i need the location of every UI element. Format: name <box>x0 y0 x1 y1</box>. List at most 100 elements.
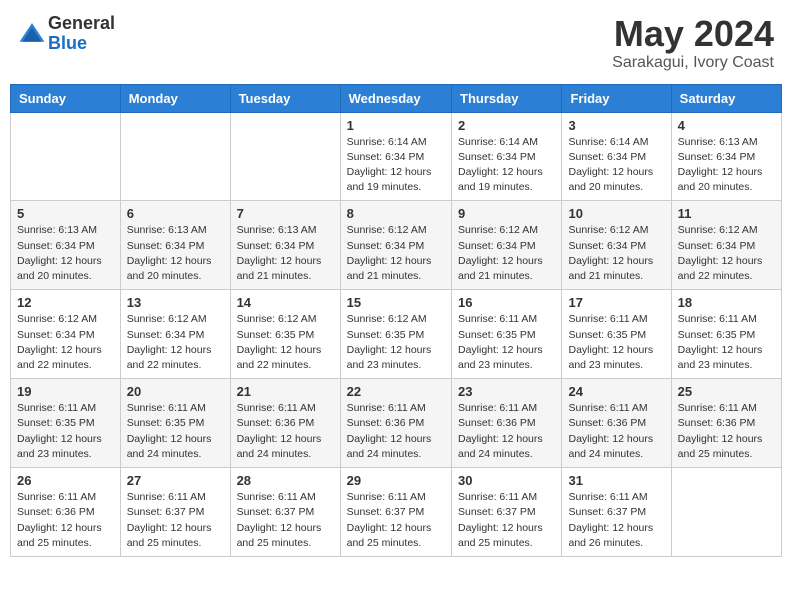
cell-week3-day0: 12Sunrise: 6:12 AMSunset: 6:34 PMDayligh… <box>11 290 121 379</box>
cell-week4-day0: 19 Sunrise: 6:11 AMSunset: 6:35 PMDayligh… <box>11 379 121 468</box>
header-friday: Friday <box>562 84 671 112</box>
cell-week1-day5: 3Sunrise: 6:14 AMSunset: 6:34 PMDaylight… <box>562 112 671 201</box>
cell-week5-day2: 28 Sunrise: 6:11 AMSunset: 6:37 PMDayligh… <box>230 468 340 557</box>
day-info: Sunrise: 6:11 AMSunset: 6:35 PMDaylight:… <box>17 401 114 462</box>
cell-week1-day0 <box>11 112 121 201</box>
day-info: Sunrise: 6:13 AMSunset: 6:34 PMDaylight:… <box>237 223 334 284</box>
cell-week2-day1: 6 Sunrise: 6:13 AMSunset: 6:34 PMDaylight… <box>120 201 230 290</box>
cell-week1-day4: 2 Sunrise: 6:14 AMSunset: 6:34 PMDaylight… <box>452 112 562 201</box>
calendar-table: SundayMondayTuesdayWednesdayThursdayFrid… <box>10 84 782 557</box>
cell-week5-day4: 30Sunrise: 6:11 AMSunset: 6:37 PMDayligh… <box>452 468 562 557</box>
day-info: Sunrise: 6:11 AMSunset: 6:36 PMDaylight:… <box>458 401 555 462</box>
day-number: 8 <box>347 206 445 221</box>
day-info: Sunrise: 6:12 AMSunset: 6:34 PMDaylight:… <box>458 223 555 284</box>
logo-blue-text: Blue <box>48 34 115 54</box>
day-number: 5 <box>17 206 114 221</box>
day-info: Sunrise: 6:12 AMSunset: 6:35 PMDaylight:… <box>237 312 334 373</box>
day-number: 28 <box>237 473 334 488</box>
day-number: 7 <box>237 206 334 221</box>
cell-week3-day1: 13 Sunrise: 6:12 AMSunset: 6:34 PMDayligh… <box>120 290 230 379</box>
day-number: 25 <box>678 384 775 399</box>
cell-week4-day5: 24Sunrise: 6:11 AMSunset: 6:36 PMDayligh… <box>562 379 671 468</box>
cell-week2-day6: 11Sunrise: 6:12 AMSunset: 6:34 PMDayligh… <box>671 201 781 290</box>
cell-week2-day4: 9 Sunrise: 6:12 AMSunset: 6:34 PMDaylight… <box>452 201 562 290</box>
day-info: Sunrise: 6:11 AMSunset: 6:35 PMDaylight:… <box>458 312 555 373</box>
cell-week5-day5: 31Sunrise: 6:11 AMSunset: 6:37 PMDayligh… <box>562 468 671 557</box>
cell-week1-day3: 1 Sunrise: 6:14 AMSunset: 6:34 PMDaylight… <box>340 112 451 201</box>
day-info: Sunrise: 6:13 AMSunset: 6:34 PMDaylight:… <box>127 223 224 284</box>
day-number: 29 <box>347 473 445 488</box>
day-info: Sunrise: 6:11 AMSunset: 6:36 PMDaylight:… <box>347 401 445 462</box>
day-number: 26 <box>17 473 114 488</box>
header-thursday: Thursday <box>452 84 562 112</box>
day-number: 22 <box>347 384 445 399</box>
header-tuesday: Tuesday <box>230 84 340 112</box>
calendar-title: May 2024 <box>612 14 774 54</box>
day-info: Sunrise: 6:12 AMSunset: 6:34 PMDaylight:… <box>678 223 775 284</box>
day-number: 1 <box>347 118 445 133</box>
week-row-2: 5 Sunrise: 6:13 AMSunset: 6:34 PMDaylight… <box>11 201 782 290</box>
day-number: 13 <box>127 295 224 310</box>
title-block: May 2024 Sarakagui, Ivory Coast <box>612 14 774 72</box>
day-info: Sunrise: 6:11 AMSunset: 6:37 PMDaylight:… <box>458 490 555 551</box>
day-number: 19 <box>17 384 114 399</box>
cell-week5-day6 <box>671 468 781 557</box>
day-info: Sunrise: 6:11 AMSunset: 6:36 PMDaylight:… <box>678 401 775 462</box>
day-info: Sunrise: 6:13 AMSunset: 6:34 PMDaylight:… <box>17 223 114 284</box>
day-info: Sunrise: 6:11 AMSunset: 6:36 PMDaylight:… <box>17 490 114 551</box>
day-info: Sunrise: 6:11 AMSunset: 6:35 PMDaylight:… <box>127 401 224 462</box>
day-number: 16 <box>458 295 555 310</box>
day-number: 31 <box>568 473 664 488</box>
cell-week5-day0: 26 Sunrise: 6:11 AMSunset: 6:36 PMDayligh… <box>11 468 121 557</box>
day-number: 21 <box>237 384 334 399</box>
day-info: Sunrise: 6:11 AMSunset: 6:37 PMDaylight:… <box>127 490 224 551</box>
logo-text: General Blue <box>48 14 115 54</box>
cell-week4-day3: 22 Sunrise: 6:11 AMSunset: 6:36 PMDayligh… <box>340 379 451 468</box>
page-header: General Blue May 2024 Sarakagui, Ivory C… <box>10 10 782 76</box>
cell-week4-day1: 20Sunrise: 6:11 AMSunset: 6:35 PMDayligh… <box>120 379 230 468</box>
header-saturday: Saturday <box>671 84 781 112</box>
calendar-subtitle: Sarakagui, Ivory Coast <box>612 54 774 72</box>
day-number: 15 <box>347 295 445 310</box>
day-info: Sunrise: 6:11 AMSunset: 6:35 PMDaylight:… <box>568 312 664 373</box>
cell-week5-day3: 29Sunrise: 6:11 AMSunset: 6:37 PMDayligh… <box>340 468 451 557</box>
cell-week4-day2: 21 Sunrise: 6:11 AMSunset: 6:36 PMDayligh… <box>230 379 340 468</box>
cell-week2-day3: 8Sunrise: 6:12 AMSunset: 6:34 PMDaylight… <box>340 201 451 290</box>
day-info: Sunrise: 6:14 AMSunset: 6:34 PMDaylight:… <box>347 135 445 196</box>
day-number: 4 <box>678 118 775 133</box>
cell-week3-day6: 18 Sunrise: 6:11 AMSunset: 6:35 PMDayligh… <box>671 290 781 379</box>
cell-week1-day1 <box>120 112 230 201</box>
day-number: 3 <box>568 118 664 133</box>
cell-week3-day4: 16 Sunrise: 6:11 AMSunset: 6:35 PMDayligh… <box>452 290 562 379</box>
cell-week1-day6: 4Sunrise: 6:13 AMSunset: 6:34 PMDaylight… <box>671 112 781 201</box>
day-number: 23 <box>458 384 555 399</box>
day-number: 9 <box>458 206 555 221</box>
day-info: Sunrise: 6:11 AMSunset: 6:36 PMDaylight:… <box>237 401 334 462</box>
cell-week4-day6: 25 Sunrise: 6:11 AMSunset: 6:36 PMDayligh… <box>671 379 781 468</box>
day-number: 17 <box>568 295 664 310</box>
day-info: Sunrise: 6:11 AMSunset: 6:36 PMDaylight:… <box>568 401 664 462</box>
day-info: Sunrise: 6:12 AMSunset: 6:35 PMDaylight:… <box>347 312 445 373</box>
cell-week1-day2 <box>230 112 340 201</box>
cell-week3-day3: 15 Sunrise: 6:12 AMSunset: 6:35 PMDayligh… <box>340 290 451 379</box>
weekday-header-row: SundayMondayTuesdayWednesdayThursdayFrid… <box>11 84 782 112</box>
day-info: Sunrise: 6:11 AMSunset: 6:35 PMDaylight:… <box>678 312 775 373</box>
cell-week5-day1: 27Sunrise: 6:11 AMSunset: 6:37 PMDayligh… <box>120 468 230 557</box>
cell-week3-day2: 14Sunrise: 6:12 AMSunset: 6:35 PMDayligh… <box>230 290 340 379</box>
week-row-5: 26 Sunrise: 6:11 AMSunset: 6:36 PMDayligh… <box>11 468 782 557</box>
logo: General Blue <box>18 14 115 54</box>
week-row-4: 19 Sunrise: 6:11 AMSunset: 6:35 PMDayligh… <box>11 379 782 468</box>
day-info: Sunrise: 6:12 AMSunset: 6:34 PMDaylight:… <box>17 312 114 373</box>
day-info: Sunrise: 6:14 AMSunset: 6:34 PMDaylight:… <box>458 135 555 196</box>
week-row-1: 1 Sunrise: 6:14 AMSunset: 6:34 PMDaylight… <box>11 112 782 201</box>
logo-general-text: General <box>48 14 115 34</box>
day-number: 18 <box>678 295 775 310</box>
day-number: 2 <box>458 118 555 133</box>
header-sunday: Sunday <box>11 84 121 112</box>
day-info: Sunrise: 6:11 AMSunset: 6:37 PMDaylight:… <box>237 490 334 551</box>
day-info: Sunrise: 6:12 AMSunset: 6:34 PMDaylight:… <box>127 312 224 373</box>
day-number: 6 <box>127 206 224 221</box>
cell-week2-day5: 10Sunrise: 6:12 AMSunset: 6:34 PMDayligh… <box>562 201 671 290</box>
cell-week2-day2: 7 Sunrise: 6:13 AMSunset: 6:34 PMDaylight… <box>230 201 340 290</box>
cell-week4-day4: 23 Sunrise: 6:11 AMSunset: 6:36 PMDayligh… <box>452 379 562 468</box>
